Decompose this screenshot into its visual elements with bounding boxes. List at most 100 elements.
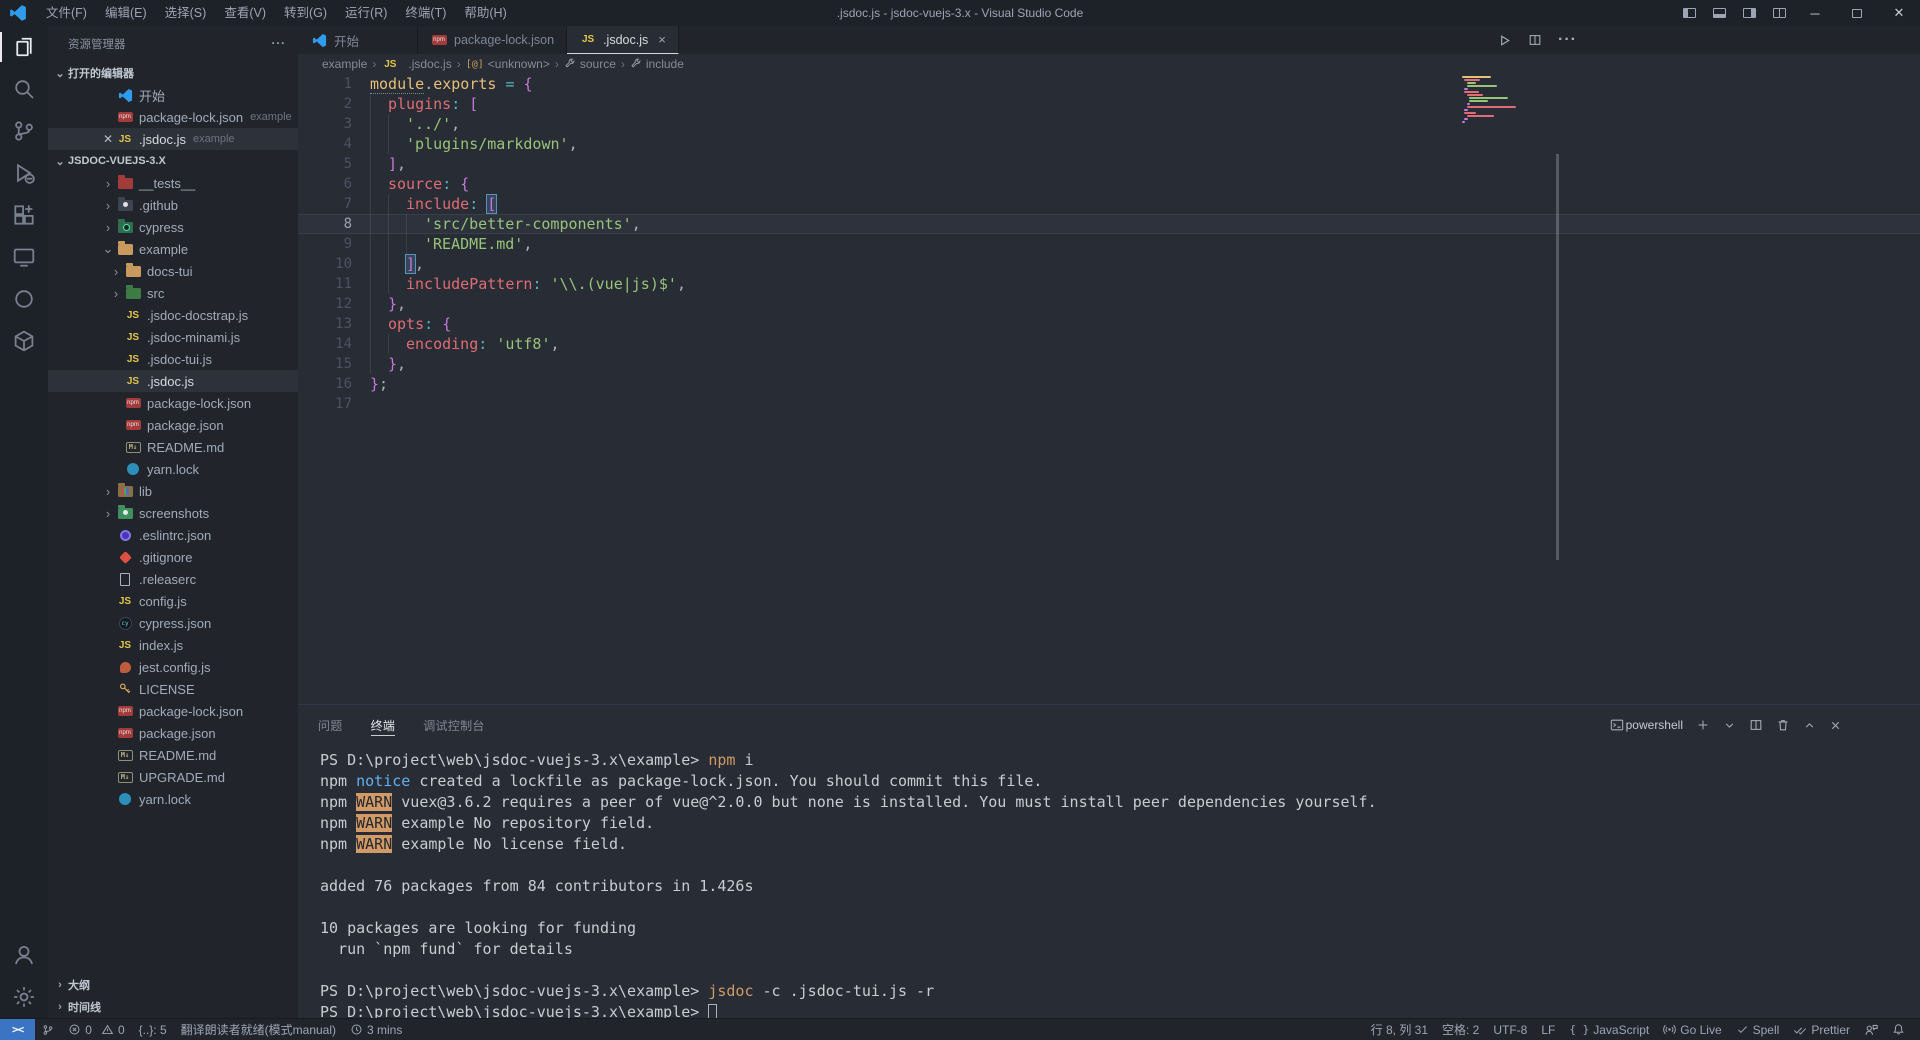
customize-layout-icon[interactable] bbox=[1764, 0, 1794, 26]
activity-live-share-icon[interactable] bbox=[0, 278, 48, 320]
tree-item[interactable]: M↓README.md bbox=[48, 744, 298, 766]
menu-item-4[interactable]: 转到(G) bbox=[275, 0, 336, 26]
menu-item-2[interactable]: 选择(S) bbox=[156, 0, 216, 26]
status-feedback[interactable] bbox=[1857, 1019, 1885, 1040]
tree-item[interactable]: ›screenshots bbox=[48, 502, 298, 524]
minimap[interactable] bbox=[1462, 76, 1550, 127]
breadcrumb-item[interactable]: example bbox=[322, 57, 367, 71]
activity-explorer-icon[interactable] bbox=[0, 26, 48, 68]
tree-item[interactable]: .eslintrc.json bbox=[48, 524, 298, 546]
remote-indicator[interactable]: >< bbox=[0, 1019, 35, 1040]
tab-.jsdoc.js[interactable]: JS.jsdoc.js× bbox=[567, 26, 679, 54]
panel-tab-问题[interactable]: 问题 bbox=[318, 705, 343, 745]
split-editor-button[interactable] bbox=[1528, 33, 1542, 47]
panel-tab-调试控制台[interactable]: 调试控制台 bbox=[423, 705, 485, 745]
terminal-dropdown-icon[interactable] bbox=[1723, 719, 1736, 732]
more-actions-icon[interactable]: ··· bbox=[1558, 31, 1577, 49]
status-indentation[interactable]: 空格: 2 bbox=[1435, 1019, 1486, 1040]
toggle-panel-icon[interactable] bbox=[1704, 0, 1734, 26]
tree-item[interactable]: M↓README.md bbox=[48, 436, 298, 458]
project-root-header[interactable]: ⌄ JSDOC-VUEJS-3.X bbox=[48, 150, 298, 172]
activity-search-icon[interactable] bbox=[0, 68, 48, 110]
tree-item[interactable]: ›.github bbox=[48, 194, 298, 216]
tree-item[interactable]: ⌄example bbox=[48, 238, 298, 260]
open-editor-item[interactable]: ✕JS.jsdoc.jsexample bbox=[48, 128, 298, 150]
status-eol[interactable]: LF bbox=[1534, 1019, 1562, 1040]
panel-tab-终端[interactable]: 终端 bbox=[371, 705, 396, 745]
activity-settings-icon[interactable] bbox=[0, 976, 48, 1018]
activity-account-icon[interactable] bbox=[0, 934, 48, 976]
tree-item[interactable]: npmpackage.json bbox=[48, 722, 298, 744]
status-cursor-position[interactable]: 行 8, 列 31 bbox=[1364, 1019, 1435, 1040]
code-editor[interactable]: 1module.exports = {2plugins: [3'../',4'p… bbox=[298, 74, 1920, 414]
tree-item[interactable]: LICENSE bbox=[48, 678, 298, 700]
tree-item[interactable]: JS.jsdoc-docstrap.js bbox=[48, 304, 298, 326]
tree-item[interactable]: cycypress.json bbox=[48, 612, 298, 634]
status-translator[interactable]: 翻译朗读者就绪(模式manual) bbox=[174, 1019, 343, 1040]
activity-remote-explorer-icon[interactable] bbox=[0, 236, 48, 278]
kill-terminal-icon[interactable] bbox=[1776, 718, 1790, 732]
close-panel-icon[interactable] bbox=[1829, 719, 1842, 732]
tree-item[interactable]: ›__tests__ bbox=[48, 172, 298, 194]
tree-item[interactable]: JS.jsdoc.js bbox=[48, 370, 298, 392]
tree-item[interactable]: npmpackage-lock.json bbox=[48, 700, 298, 722]
outline-header[interactable]: › 大纲 bbox=[48, 974, 298, 996]
menu-item-7[interactable]: 帮助(H) bbox=[455, 0, 515, 26]
menu-item-6[interactable]: 终端(T) bbox=[396, 0, 455, 26]
status-encoding[interactable]: UTF-8 bbox=[1486, 1019, 1534, 1040]
menu-item-5[interactable]: 运行(R) bbox=[336, 0, 396, 26]
tree-item[interactable]: npmpackage.json bbox=[48, 414, 298, 436]
menu-item-1[interactable]: 编辑(E) bbox=[96, 0, 156, 26]
breadcrumb-item[interactable]: source bbox=[564, 57, 616, 71]
activity-docker-icon[interactable] bbox=[0, 320, 48, 362]
tree-item[interactable]: ›lib bbox=[48, 480, 298, 502]
tab-开始[interactable]: 开始 bbox=[298, 26, 418, 54]
maximize-panel-icon[interactable] bbox=[1803, 719, 1816, 732]
terminal-picker[interactable]: powershell bbox=[1610, 718, 1683, 732]
status-spell[interactable]: Spell bbox=[1729, 1019, 1787, 1040]
restore-button[interactable] bbox=[1836, 0, 1878, 26]
tree-item[interactable]: yarn.lock bbox=[48, 458, 298, 480]
tree-item[interactable]: JSconfig.js bbox=[48, 590, 298, 612]
tree-item[interactable]: jest.config.js bbox=[48, 656, 298, 678]
new-terminal-icon[interactable] bbox=[1696, 718, 1710, 732]
split-terminal-icon[interactable] bbox=[1749, 718, 1763, 732]
close-icon[interactable]: × bbox=[648, 32, 666, 47]
tree-item[interactable]: JS.jsdoc-minami.js bbox=[48, 326, 298, 348]
terminal-output[interactable]: PS D:\project\web\jsdoc-vuejs-3.x\exampl… bbox=[298, 745, 1920, 1023]
run-button[interactable] bbox=[1497, 33, 1512, 48]
tree-item[interactable]: .releaserc bbox=[48, 568, 298, 590]
breadcrumb-item[interactable]: [@]<unknown> bbox=[466, 57, 550, 71]
open-editor-item[interactable]: npmpackage-lock.jsonexample bbox=[48, 106, 298, 128]
timeline-header[interactable]: › 时间线 bbox=[48, 996, 298, 1018]
open-editors-header[interactable]: ⌄ 打开的编辑器 bbox=[48, 62, 298, 84]
toggle-sidebar-icon[interactable] bbox=[1674, 0, 1704, 26]
open-editor-item[interactable]: 开始 bbox=[48, 84, 298, 106]
tree-item[interactable]: JSindex.js bbox=[48, 634, 298, 656]
menu-item-3[interactable]: 查看(V) bbox=[215, 0, 275, 26]
status-brackets[interactable]: {..}: 5 bbox=[132, 1019, 174, 1040]
activity-run-and-debug-icon[interactable] bbox=[0, 152, 48, 194]
status-go-live[interactable]: Go Live bbox=[1656, 1019, 1728, 1040]
status-prettier[interactable]: Prettier bbox=[1786, 1019, 1857, 1040]
close-window-button[interactable]: ✕ bbox=[1878, 0, 1920, 26]
tree-item[interactable]: ›docs-tui bbox=[48, 260, 298, 282]
status-timer[interactable]: 3 mins bbox=[343, 1019, 409, 1040]
activity-extensions-icon[interactable] bbox=[0, 194, 48, 236]
tree-item[interactable]: yarn.lock bbox=[48, 788, 298, 810]
menu-item-0[interactable]: 文件(F) bbox=[37, 0, 96, 26]
tree-item[interactable]: npmpackage-lock.json bbox=[48, 392, 298, 414]
editor-scrollbar[interactable] bbox=[1556, 154, 1559, 560]
breadcrumb-item[interactable]: include bbox=[630, 57, 684, 71]
status-branch[interactable] bbox=[35, 1019, 61, 1040]
tree-item[interactable]: M↓UPGRADE.md bbox=[48, 766, 298, 788]
close-icon[interactable]: ✕ bbox=[100, 132, 116, 146]
minimize-button[interactable]: ─ bbox=[1794, 0, 1836, 26]
toggle-secondary-sidebar-icon[interactable] bbox=[1734, 0, 1764, 26]
status-language[interactable]: { }JavaScript bbox=[1562, 1019, 1656, 1040]
activity-source-control-icon[interactable] bbox=[0, 110, 48, 152]
status-problems[interactable]: 00 bbox=[61, 1019, 131, 1040]
tab-package-lock.json[interactable]: npmpackage-lock.json bbox=[418, 26, 567, 54]
tree-item[interactable]: JS.jsdoc-tui.js bbox=[48, 348, 298, 370]
status-notifications[interactable] bbox=[1885, 1019, 1912, 1040]
